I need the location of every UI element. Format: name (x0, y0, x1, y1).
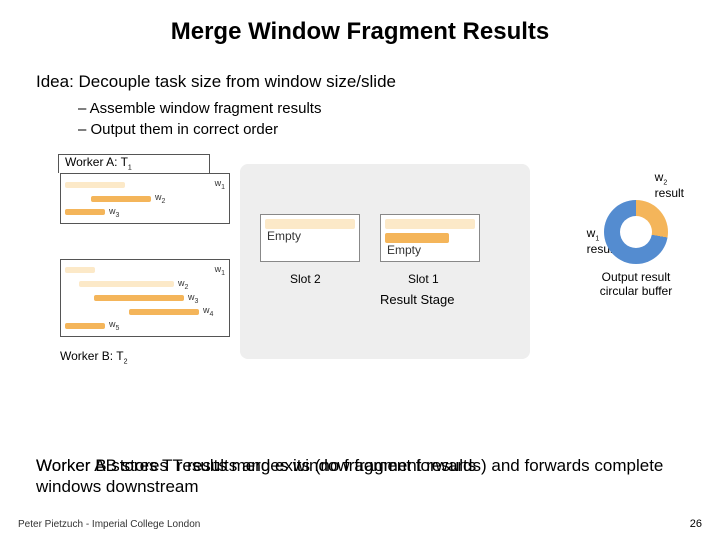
worker-b: w1 w2 w3 w4 w5 (60, 259, 230, 337)
worker-a: Worker A: T1 w1 w2 w3 (60, 154, 230, 224)
idea-line: Idea: Decouple task size from window siz… (0, 54, 720, 98)
bullet-2: – Output them in correct order (78, 119, 720, 140)
slot-2-caption: Slot 2 (290, 272, 321, 286)
slide-title: Merge Window Fragment Results (0, 0, 720, 54)
result-stage-caption: Result Stage (380, 292, 454, 307)
donut-caption: Output result circular buffer (596, 264, 676, 299)
slot-1: Empty (380, 214, 480, 262)
worker-b-label: Worker B: T2 (60, 349, 127, 365)
worker-a-label: Worker A: T1 (58, 154, 210, 173)
slot-2: Empty (260, 214, 360, 262)
slot-2-empty: Empty (267, 229, 301, 243)
bullet-1: – Assemble window fragment results (78, 98, 720, 119)
bottom-overlapped-text: Worker B stores T results merges window … (36, 455, 684, 498)
donut-icon (604, 200, 668, 264)
worker-a-box: w1 w2 w3 (60, 173, 230, 223)
slot-1-caption: Slot 1 (408, 272, 439, 286)
slot-1-empty: Empty (387, 243, 421, 257)
worker-b-box: w1 w2 w3 w4 w5 (60, 259, 230, 337)
w2-result-label: w2 result (655, 170, 684, 200)
page-number: 26 (690, 518, 702, 530)
diagram: Worker A: T1 w1 w2 w3 w1 w2 w3 w4 w5 Wor… (60, 154, 684, 369)
footer-attribution: Peter Pietzuch - Imperial College London (18, 519, 200, 530)
bullet-list: – Assemble window fragment results – Out… (0, 98, 720, 140)
circular-buffer: Output result circular buffer (596, 200, 676, 299)
bottom-text-layer-1: Worker B stores T results merges window … (36, 455, 476, 476)
